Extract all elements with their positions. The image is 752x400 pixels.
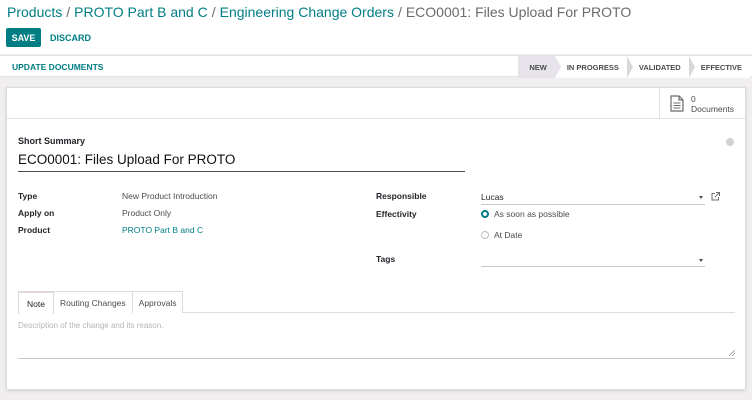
breadcrumb-products[interactable]: Products xyxy=(7,4,62,20)
breadcrumb-eco-list[interactable]: Engineering Change Orders xyxy=(220,4,394,20)
resize-handle-icon[interactable] xyxy=(729,350,735,356)
breadcrumb-separator: / xyxy=(211,4,216,20)
note-placeholder: Description of the change and its reason… xyxy=(18,321,164,330)
apply-on-label: Apply on xyxy=(18,208,55,218)
update-documents-button[interactable]: UPDATE DOCUMENTS xyxy=(12,56,103,78)
documents-label: Documents xyxy=(691,103,734,114)
responsible-label: Responsible xyxy=(376,191,427,201)
breadcrumb: Products / PROTO Part B and C / Engineering … xyxy=(7,4,631,20)
status-bar: UPDATE DOCUMENTS NEW IN PROGRESS VALIDAT… xyxy=(0,55,752,78)
product-link[interactable]: PROTO Part B and C xyxy=(122,225,203,235)
tab-note[interactable]: Note xyxy=(18,291,54,314)
breadcrumb-separator: / xyxy=(397,4,402,20)
effectivity-option-asap[interactable]: As soon as possible xyxy=(481,209,570,219)
radio-unchecked[interactable] xyxy=(481,231,489,239)
type-value[interactable]: New Product Introduction xyxy=(122,191,217,201)
tab-approvals[interactable]: Approvals xyxy=(131,291,184,313)
documents-count: 0 xyxy=(691,93,696,104)
external-link-icon[interactable] xyxy=(711,192,720,201)
radio-checked[interactable] xyxy=(481,210,489,218)
short-summary-input[interactable]: ECO0001: Files Upload For PROTO xyxy=(18,150,465,172)
responsible-value: Lucas xyxy=(481,192,504,202)
stage-in-progress[interactable]: IN PROGRESS xyxy=(554,56,634,78)
chevron-down-icon[interactable] xyxy=(699,196,703,199)
product-label: Product xyxy=(18,225,51,235)
responsible-field[interactable]: Lucas xyxy=(481,191,705,205)
documents-smart-button[interactable]: 0 Documents xyxy=(659,88,745,119)
short-summary-label: Short Summary xyxy=(18,136,86,146)
tags-label: Tags xyxy=(376,254,396,264)
document-icon xyxy=(670,95,684,112)
effectivity-label: Effectivity xyxy=(376,209,417,219)
form-sheet: 0 Documents Short Summary ECO0001: Files… xyxy=(6,87,746,390)
apply-on-value[interactable]: Product Only xyxy=(122,208,171,218)
button-box: 0 Documents xyxy=(7,88,745,119)
tab-routing-changes[interactable]: Routing Changes xyxy=(52,291,133,313)
control-panel: Products / PROTO Part B and C / Engineering … xyxy=(0,0,752,54)
effectivity-option-date[interactable]: At Date xyxy=(481,230,522,240)
breadcrumb-product[interactable]: PROTO Part B and C xyxy=(74,4,208,20)
save-button[interactable]: SAVE xyxy=(6,28,41,47)
tags-field[interactable] xyxy=(481,254,705,267)
kanban-state-indicator[interactable] xyxy=(726,138,734,146)
documents-text: 0 Documents xyxy=(691,94,734,114)
notebook-tabs: Note Routing Changes Approvals xyxy=(18,291,735,314)
breadcrumb-current: ECO0001: Files Upload For PROTO xyxy=(405,4,632,20)
discard-button[interactable]: DISCARD xyxy=(50,28,91,47)
stage-new[interactable]: NEW xyxy=(518,56,561,78)
note-textarea[interactable]: Description of the change and its reason… xyxy=(18,321,735,359)
stage-validated[interactable]: VALIDATED xyxy=(626,56,695,78)
chevron-down-icon[interactable] xyxy=(699,259,703,262)
effectivity-option-label: As soon as possible xyxy=(494,209,570,219)
effectivity-option-label: At Date xyxy=(494,230,523,240)
stage-pipeline: NEW IN PROGRESS VALIDATED EFFECTIVE xyxy=(518,56,750,78)
type-label: Type xyxy=(18,191,38,201)
breadcrumb-separator: / xyxy=(66,4,71,20)
stage-effective[interactable]: EFFECTIVE xyxy=(688,56,750,78)
